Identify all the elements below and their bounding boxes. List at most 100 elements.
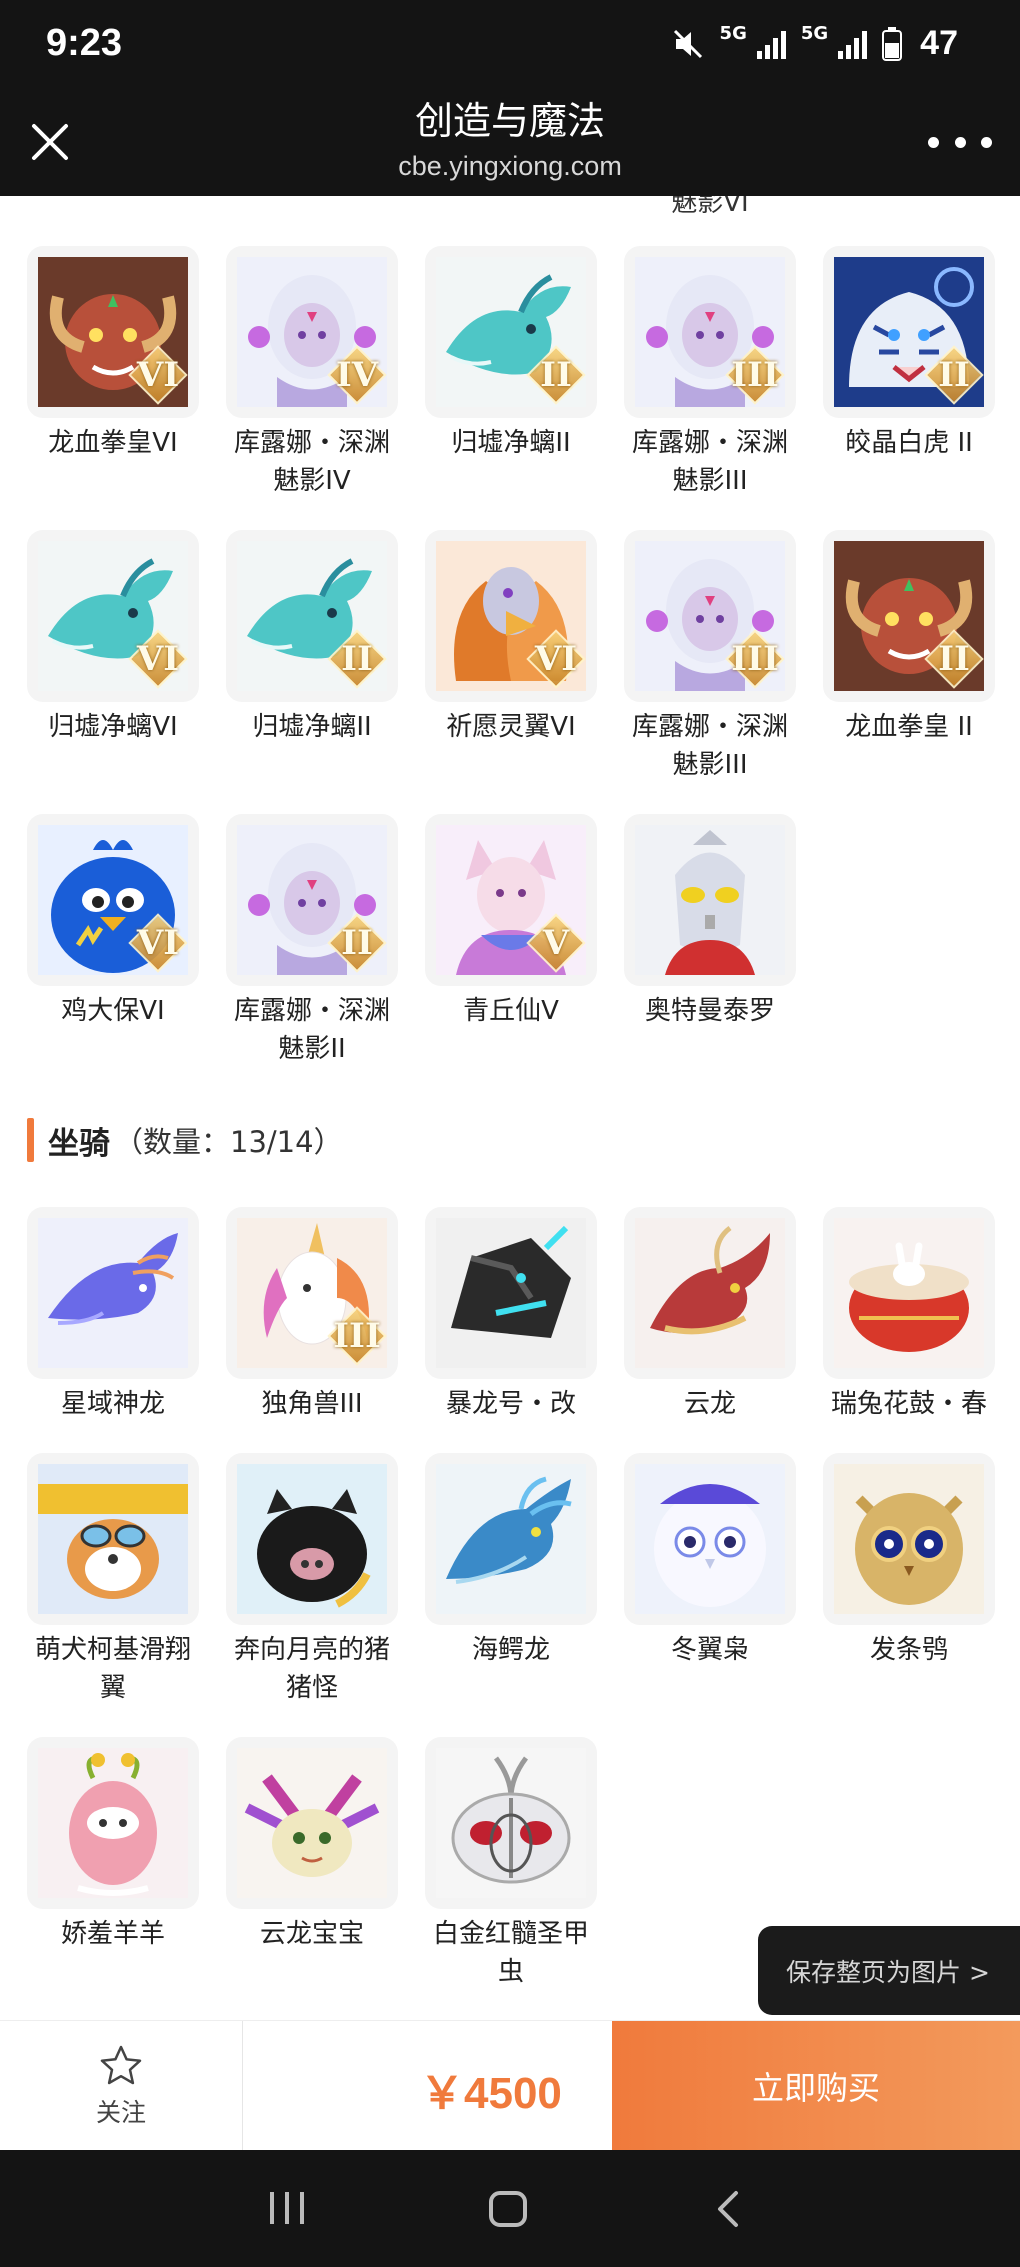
- pet-thumbnail: V: [425, 814, 597, 986]
- pet-item[interactable]: III 库露娜・深渊魅影III: [624, 530, 796, 784]
- pet-thumbnail: VI: [27, 530, 199, 702]
- mount-thumbnail: [425, 1207, 597, 1379]
- mount-item[interactable]: 白金红髓圣甲虫: [425, 1737, 597, 1991]
- more-dot-icon: [954, 136, 966, 148]
- bottom-action-bar: 关注 ￥4500 立即购买: [0, 2020, 1020, 2151]
- battery-level: 47: [920, 24, 958, 62]
- mount-item[interactable]: 萌犬柯基滑翔翼: [27, 1453, 199, 1707]
- tier-badge: II: [327, 913, 387, 973]
- status-icons: 5G 5G 47: [672, 23, 958, 63]
- pet-thumbnail: II: [226, 814, 398, 986]
- pet-item[interactable]: VI 龙血拳皇VI: [27, 246, 199, 500]
- tier-badge: VI: [526, 629, 586, 689]
- mounts-section-header: 坐骑 （数量：13/14）: [27, 1118, 343, 1162]
- mount-item[interactable]: 冬翼枭: [624, 1453, 796, 1707]
- mount-thumbnail: [226, 1737, 398, 1909]
- save-page-as-image-button[interactable]: 保存整页为图片 >: [758, 1926, 1020, 2015]
- mount-item[interactable]: 云龙宝宝: [226, 1737, 398, 1991]
- pet-item[interactable]: VI 归墟净螭VI: [27, 530, 199, 784]
- pet-item[interactable]: II 皎晶白虎 II: [823, 246, 995, 500]
- tier-label: III: [731, 639, 779, 679]
- back-button[interactable]: [714, 2190, 742, 2232]
- pet-item[interactable]: II 归墟净螭II: [226, 530, 398, 784]
- tier-label: V: [542, 923, 570, 963]
- pet-thumbnail: III: [624, 530, 796, 702]
- tier-badge: III: [327, 1306, 387, 1366]
- battery-icon: [882, 26, 903, 61]
- pet-name: 奥特曼泰罗: [644, 996, 775, 1026]
- pet-thumbnail: II: [425, 246, 597, 418]
- star-icon: [100, 2045, 142, 2085]
- mount-thumbnail: [226, 1453, 398, 1625]
- mount-thumbnail: [425, 1453, 597, 1625]
- pets-grid: VI 龙血拳皇VI IV 库露娜・深渊魅影IV II 归墟净螭II III 库露娜・深渊魅影I…: [27, 246, 997, 1068]
- content-area[interactable]: 魅影VI VI 龙血拳皇VI IV 库露娜・深渊魅影IV II 归墟净螭II III 库露娜・…: [0, 196, 1020, 2020]
- pet-thumbnail: II: [823, 530, 995, 702]
- pet-thumbnail: VI: [425, 530, 597, 702]
- mount-item[interactable]: 暴龙号・改: [425, 1207, 597, 1423]
- recent-apps-button[interactable]: [268, 2190, 306, 2230]
- pet-item[interactable]: II 龙血拳皇 II: [823, 530, 995, 784]
- pet-name: 库露娜・深渊魅影III: [631, 712, 788, 780]
- home-button[interactable]: [488, 2190, 528, 2232]
- pet-item[interactable]: II 归墟净螭II: [425, 246, 597, 500]
- tier-label: II: [341, 639, 373, 679]
- pet-item[interactable]: III 库露娜・深渊魅影III: [624, 246, 796, 500]
- follow-button[interactable]: 关注: [0, 2021, 243, 2151]
- pet-name: 归墟净螭II: [252, 712, 372, 742]
- pet-name: 祈愿灵翼VI: [446, 712, 576, 742]
- mount-thumbnail: [27, 1207, 199, 1379]
- pet-item[interactable]: 奥特曼泰罗: [624, 814, 796, 1068]
- browser-header: 创造与魔法 cbe.yingxiong.com: [0, 90, 1020, 196]
- tier-badge: II: [924, 629, 984, 689]
- mount-name: 冬翼枭: [670, 1635, 749, 1665]
- mount-name: 云龙: [683, 1389, 736, 1419]
- mount-item[interactable]: 娇羞羊羊: [27, 1737, 199, 1991]
- buy-now-button[interactable]: 立即购买: [612, 2021, 1020, 2151]
- close-button[interactable]: [24, 116, 76, 168]
- mount-thumbnail: [823, 1453, 995, 1625]
- signal-icon: [755, 29, 787, 59]
- pink-sheep-icon: [38, 1748, 188, 1898]
- sea-dragon-icon: [436, 1464, 586, 1614]
- pet-item[interactable]: II 库露娜・深渊魅影II: [226, 814, 398, 1068]
- pet-item[interactable]: VI 鸡大保VI: [27, 814, 199, 1068]
- more-button[interactable]: [928, 128, 992, 156]
- tier-label: II: [938, 355, 970, 395]
- corgi-glider-icon: [38, 1464, 188, 1614]
- mount-thumbnail: [624, 1453, 796, 1625]
- mount-item[interactable]: 瑞兔花鼓・春: [823, 1207, 995, 1423]
- mount-item[interactable]: III 独角兽III: [226, 1207, 398, 1423]
- mount-name: 云龙宝宝: [259, 1919, 364, 1949]
- mount-name: 星域神龙: [60, 1389, 165, 1419]
- pet-item[interactable]: IV 库露娜・深渊魅影IV: [226, 246, 398, 500]
- mute-icon: [672, 27, 706, 61]
- pet-name: 龙血拳皇 II: [845, 712, 973, 742]
- pet-thumbnail: II: [226, 530, 398, 702]
- tier-badge: V: [526, 913, 586, 973]
- mounts-grid: 星域神龙 III 独角兽III 暴龙号・改 云龙 瑞兔花鼓・春萌犬柯基滑翔翼 奔向月亮的猪猪…: [27, 1207, 997, 1991]
- recent-apps-icon: [270, 2192, 304, 2224]
- pet-name: 青丘仙V: [463, 996, 559, 1026]
- mount-item[interactable]: 发条鸮: [823, 1453, 995, 1707]
- tier-badge: IV: [327, 345, 387, 405]
- mech-dino-icon: [436, 1218, 586, 1368]
- winter-owl-icon: [635, 1464, 785, 1614]
- tier-label: VI: [136, 923, 180, 963]
- pet-item[interactable]: V 青丘仙V: [425, 814, 597, 1068]
- tier-label: VI: [136, 639, 180, 679]
- mount-name: 奔向月亮的猪猪怪: [233, 1635, 390, 1703]
- system-nav-bar: [0, 2150, 1020, 2267]
- section-title: 坐骑: [48, 1125, 110, 1162]
- follow-label: 关注: [95, 2098, 146, 2127]
- mount-item[interactable]: 奔向月亮的猪猪怪: [226, 1453, 398, 1707]
- close-icon: [32, 124, 68, 160]
- mount-name: 暴龙号・改: [445, 1389, 576, 1419]
- pet-item[interactable]: VI 祈愿灵翼VI: [425, 530, 597, 784]
- mount-item[interactable]: 云龙: [624, 1207, 796, 1423]
- mount-item[interactable]: 海鳄龙: [425, 1453, 597, 1707]
- pet-thumbnail: IV: [226, 246, 398, 418]
- mount-item[interactable]: 星域神龙: [27, 1207, 199, 1423]
- clockwork-owl-icon: [834, 1464, 984, 1614]
- pet-thumbnail: II: [823, 246, 995, 418]
